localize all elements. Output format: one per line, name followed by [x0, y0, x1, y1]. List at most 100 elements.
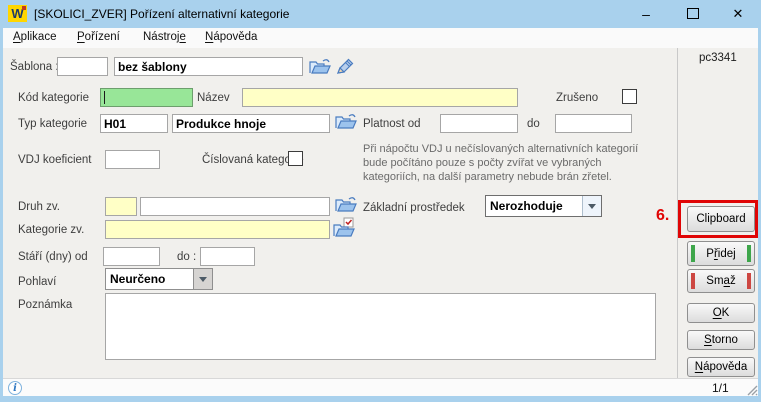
menu-accel: A	[13, 31, 21, 43]
menu-item-napoveda[interactable]: Nápověda	[205, 31, 257, 43]
add-indicator-bar	[691, 245, 695, 262]
vdj-info-line: Při nápočtu VDJ u nečíslovaných alternat…	[363, 142, 673, 156]
sablona-name-input[interactable]	[114, 57, 303, 76]
platnost-od-input[interactable]	[440, 114, 518, 133]
clipboard-button[interactable]: Clipboard	[687, 206, 755, 232]
menu-item-aplikace[interactable]: Aplikace	[13, 31, 56, 43]
chevron-down-icon[interactable]	[582, 196, 601, 216]
chevron-down-icon[interactable]	[193, 269, 212, 289]
delete-indicator-bar	[747, 273, 751, 289]
maximize-button[interactable]	[678, 2, 708, 25]
label-part: Sm	[706, 275, 723, 287]
resize-grip[interactable]	[745, 383, 758, 396]
druh-zv-name-input[interactable]	[140, 197, 330, 216]
typ-kategorie-label: Typ kategorie	[18, 118, 87, 130]
vdj-info-line: kategoriích, na další parametry nebude b…	[363, 170, 673, 184]
pridej-button[interactable]: Přidej	[687, 241, 755, 266]
typ-kategorie-name-input[interactable]	[172, 114, 330, 133]
sablona-label: Šablona :	[10, 61, 59, 73]
pohlavi-dropdown[interactable]: Neurčeno	[105, 268, 213, 290]
menu-label: ořízení	[85, 31, 120, 43]
menu-label: ápověda	[213, 31, 257, 43]
maximize-icon	[687, 8, 699, 19]
nazev-input[interactable]	[242, 88, 518, 107]
stari-do-label: do :	[177, 251, 196, 263]
delete-indicator-bar	[691, 273, 695, 289]
pohlavi-value: Neurčeno	[106, 269, 193, 289]
add-indicator-bar	[747, 245, 751, 262]
kod-kategorie-label: Kód kategorie	[18, 92, 89, 104]
minimize-button[interactable]: –	[631, 2, 661, 25]
nazev-label: Název	[197, 92, 230, 104]
menu-bar: Aplikace Pořízení Nástroje Nápověda	[3, 28, 758, 48]
typ-kategorie-code-input[interactable]	[100, 114, 168, 133]
kod-kategorie-input[interactable]	[100, 88, 193, 107]
label-accel: O	[713, 307, 722, 319]
ok-button-label: OK	[713, 307, 730, 319]
stari-od-label: Stáří (dny) od	[18, 251, 88, 263]
pohlavi-label: Pohlaví	[18, 276, 56, 288]
druh-zv-label: Druh zv.	[18, 201, 60, 213]
napoveda-button-label: Nápověda	[695, 361, 747, 373]
smaz-button[interactable]: Smaž	[687, 269, 755, 293]
storno-button[interactable]: Storno	[687, 330, 755, 350]
status-bar	[3, 378, 758, 396]
label-part: ž	[730, 275, 736, 287]
vdj-info-line: bude počítáno pouze s počty zvířat ve vy…	[363, 156, 673, 170]
vdj-koeficient-label: VDJ koeficient	[18, 154, 92, 166]
app-logo-icon: W	[8, 5, 27, 22]
label-part: K	[722, 307, 730, 319]
label-part: ápověda	[703, 361, 747, 373]
info-icon[interactable]: i	[8, 381, 22, 395]
pridej-button-label: Přidej	[706, 248, 735, 260]
vdj-info-text: Při nápočtu VDJ u nečíslovaných alternat…	[363, 142, 673, 184]
close-button[interactable]: ✕	[723, 2, 753, 25]
open-druh-zv-folder-icon[interactable]	[334, 195, 358, 214]
platnost-do-input[interactable]	[555, 114, 632, 133]
edit-pencil-icon[interactable]	[336, 58, 355, 75]
open-typ-kategorie-folder-icon[interactable]	[334, 112, 358, 131]
ok-button[interactable]: OK	[687, 303, 755, 323]
storno-button-label: Storno	[704, 334, 738, 346]
label-accel: N	[695, 361, 703, 373]
menu-item-nastroje[interactable]: Nástroje	[143, 31, 186, 43]
zruseno-label: Zrušeno	[556, 92, 598, 104]
menu-accel: e	[179, 31, 185, 43]
napoveda-button[interactable]: Nápověda	[687, 357, 755, 377]
open-template-folder-icon[interactable]	[308, 57, 332, 76]
menu-label: plikace	[21, 31, 57, 43]
label-part: torno	[712, 334, 738, 346]
kategorie-zv-input[interactable]	[105, 220, 330, 239]
vdj-koeficient-input[interactable]	[105, 150, 160, 169]
zakladni-prostredek-label: Základní prostředek	[363, 202, 465, 214]
menu-accel: P	[77, 31, 85, 43]
platnost-od-label: Platnost od	[363, 118, 421, 130]
host-name: pc3341	[699, 52, 737, 64]
zakladni-prostredek-value: Nerozhoduje	[486, 196, 582, 216]
application-window: W [SKOLICI_ZVER] Pořízení alternativní k…	[0, 0, 761, 402]
smaz-button-label: Smaž	[706, 275, 735, 287]
platnost-do-label: do	[527, 118, 540, 130]
window-title: [SKOLICI_ZVER] Pořízení alternativní kat…	[34, 7, 289, 21]
cislovana-kategorie-checkbox[interactable]	[288, 151, 303, 166]
druh-zv-code-input[interactable]	[105, 197, 137, 216]
label-accel: S	[704, 334, 712, 346]
text-caret	[104, 91, 105, 104]
label-part: P	[706, 248, 714, 260]
title-bar: W [SKOLICI_ZVER] Pořízení alternativní k…	[0, 0, 761, 28]
page-indicator: 1/1	[712, 381, 729, 395]
clipboard-button-label: Clipboard	[696, 213, 745, 225]
poznamka-label: Poznámka	[18, 299, 72, 311]
menu-label: Nástroj	[143, 31, 179, 43]
zruseno-checkbox[interactable]	[622, 89, 637, 104]
stari-do-input[interactable]	[200, 247, 255, 266]
stari-od-input[interactable]	[103, 247, 160, 266]
poznamka-textarea[interactable]	[105, 293, 656, 360]
annotation-step-number: 6.	[656, 207, 669, 225]
menu-item-porizeni[interactable]: Pořízení	[77, 31, 120, 43]
kategorie-zv-label: Kategorie zv.	[18, 224, 84, 236]
label-part: idej	[718, 248, 736, 260]
zakladni-prostredek-dropdown[interactable]: Nerozhoduje	[485, 195, 602, 217]
open-kategorie-zv-folder-check-icon[interactable]	[332, 217, 356, 239]
sablona-code-input[interactable]	[57, 57, 108, 76]
